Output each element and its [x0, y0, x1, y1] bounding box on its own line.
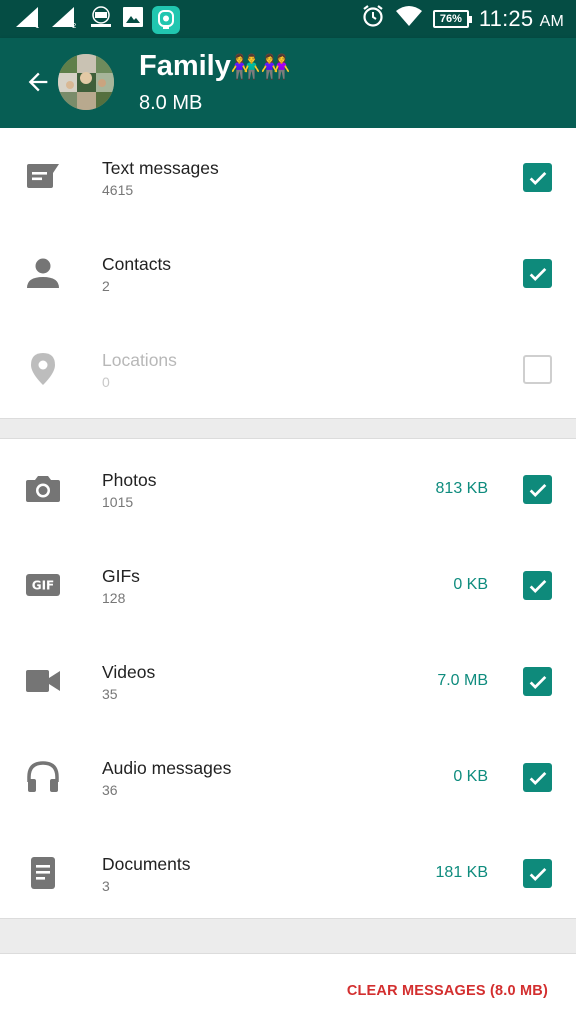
- checkbox-checked[interactable]: [523, 667, 552, 696]
- checkbox-checked[interactable]: [523, 163, 552, 192]
- checkbox-checked[interactable]: [523, 859, 552, 888]
- section-divider: [0, 418, 576, 438]
- check-icon: [529, 171, 546, 185]
- svg-text:GIF: GIF: [32, 579, 55, 593]
- section-divider: [0, 918, 576, 954]
- video-icon: [24, 664, 62, 698]
- camera-icon: [24, 472, 62, 506]
- row-label: Locations: [102, 350, 177, 370]
- row-text-messages[interactable]: Text messages 4615: [0, 128, 576, 224]
- status-bar-right: 76% 11:25 AM: [361, 4, 564, 33]
- back-button[interactable]: [20, 64, 56, 100]
- row-audio-messages[interactable]: Audio messages 36 0 KB: [0, 728, 576, 824]
- row-videos[interactable]: Videos 35 7.0 MB: [0, 632, 576, 728]
- message-icon: [24, 160, 62, 194]
- signal-1-icon: 1: [14, 5, 42, 34]
- row-gifs[interactable]: GIF GIFs 128 0 KB: [0, 536, 576, 632]
- clear-messages-button[interactable]: CLEAR MESSAGES (8.0 MB): [347, 983, 548, 999]
- battery-icon: 76%: [432, 9, 472, 28]
- row-label: Text messages: [102, 158, 219, 178]
- row-count: 3: [102, 878, 110, 894]
- row-label: Photos: [102, 470, 157, 490]
- svg-text:1: 1: [35, 22, 39, 29]
- row-count: 0: [102, 374, 110, 390]
- alarm-icon: [361, 4, 385, 33]
- gif-icon: GIF: [24, 568, 62, 602]
- row-count: 1015: [102, 494, 134, 510]
- group-title-emoji: 👫👭: [230, 54, 291, 81]
- row-count: 35: [102, 686, 118, 702]
- row-photos[interactable]: Photos 1015 813 KB: [0, 440, 576, 536]
- location-pin-icon: [24, 352, 62, 386]
- check-icon: [529, 267, 546, 281]
- row-size: 813 KB: [435, 480, 488, 497]
- checkbox-checked[interactable]: [523, 571, 552, 600]
- group-title[interactable]: Family👫👭: [139, 50, 291, 83]
- checkbox-checked[interactable]: [523, 763, 552, 792]
- row-label: Audio messages: [102, 758, 232, 778]
- checkbox-checked[interactable]: [523, 475, 552, 504]
- row-count: 4615: [102, 182, 134, 198]
- image-icon: [122, 6, 144, 33]
- row-documents[interactable]: Documents 3 181 KB: [0, 824, 576, 920]
- check-icon: [529, 579, 546, 593]
- arrow-back-icon: [28, 72, 48, 92]
- row-size: 7.0 MB: [437, 672, 488, 689]
- row-label: Documents: [102, 854, 191, 874]
- status-bar-left: 1 2: [14, 5, 180, 34]
- row-label: Videos: [102, 662, 156, 682]
- clock: 11:25 AM: [479, 6, 564, 32]
- row-size: 181 KB: [435, 864, 488, 881]
- svg-text:2: 2: [72, 22, 76, 29]
- checkbox-checked[interactable]: [523, 259, 552, 288]
- status-bar: 1 2 76% 11:25 AM: [0, 0, 576, 38]
- group-avatar[interactable]: [58, 54, 114, 110]
- app-logo-icon: [88, 5, 114, 34]
- wifi-icon: [395, 5, 423, 32]
- check-icon: [529, 675, 546, 689]
- row-count: 2: [102, 278, 110, 294]
- row-size: 0 KB: [453, 768, 488, 785]
- check-icon: [529, 771, 546, 785]
- row-label: GIFs: [102, 566, 140, 586]
- group-size: 8.0 MB: [139, 92, 203, 114]
- document-icon: [24, 856, 62, 890]
- footer-bar: CLEAR MESSAGES (8.0 MB): [0, 954, 576, 1024]
- camera-app-icon: [152, 5, 180, 34]
- row-contacts[interactable]: Contacts 2: [0, 224, 576, 320]
- row-label: Contacts: [102, 254, 172, 274]
- row-count: 36: [102, 782, 118, 798]
- row-locations[interactable]: Locations 0: [0, 320, 576, 416]
- signal-2-icon: 2: [50, 5, 80, 34]
- person-icon: [24, 256, 62, 290]
- group-title-text: Family: [139, 50, 231, 82]
- check-icon: [529, 867, 546, 881]
- row-size: 0 KB: [453, 576, 488, 593]
- headphones-icon: [24, 760, 62, 794]
- clock-time: 11:25: [478, 5, 534, 31]
- clock-ampm: AM: [539, 12, 564, 30]
- app-bar: Family👫👭 8.0 MB: [0, 38, 576, 128]
- media-types-group: Photos 1015 813 KB GIF GIFs 128 0 KB Vid…: [0, 438, 576, 918]
- row-count: 128: [102, 590, 126, 606]
- check-icon: [529, 483, 546, 497]
- message-types-group: Text messages 4615 Contacts 2 Locations …: [0, 128, 576, 418]
- checkbox-unchecked[interactable]: [523, 355, 552, 384]
